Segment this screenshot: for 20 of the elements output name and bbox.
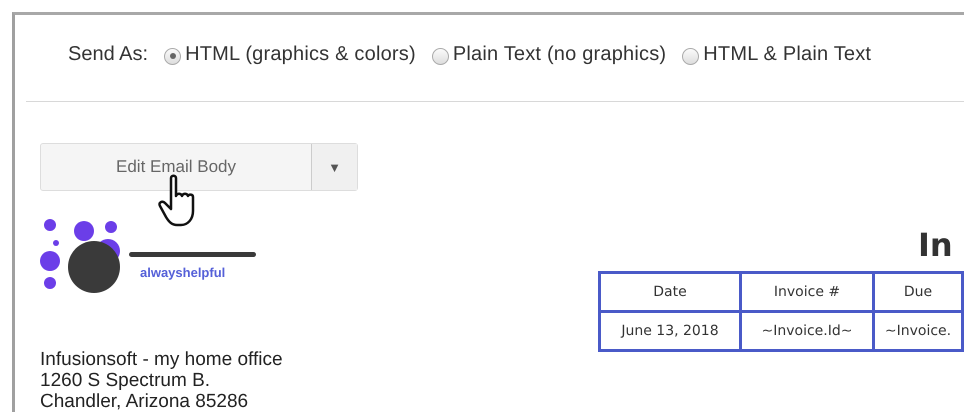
format-radio-option[interactable]: HTML & Plain Text: [682, 42, 872, 66]
column-header: Invoice #: [740, 272, 874, 312]
column-header: Due: [874, 272, 962, 312]
radio-button[interactable]: [682, 48, 700, 64]
edit-email-body-button[interactable]: Edit Email Body: [41, 144, 311, 190]
format-radio-option[interactable]: HTML (graphics & colors): [164, 42, 416, 66]
invoice-title: In: [918, 226, 954, 266]
dropdown-button[interactable]: ▼: [311, 144, 357, 190]
address-line: Chandler, Arizona 85286: [40, 391, 250, 412]
logo-tagline: alwayshelpful: [140, 265, 226, 280]
address-line: Infusionsoft - my home office: [40, 349, 284, 370]
table-cell: ~Invoice.Id~: [740, 312, 874, 350]
table-cell: June 13, 2018: [600, 312, 740, 350]
column-header: Date: [600, 272, 740, 312]
radio-button[interactable]: [164, 48, 182, 64]
format-radio-option[interactable]: Plain Text (no graphics): [432, 42, 666, 66]
radio-button[interactable]: [432, 48, 449, 64]
send-as-label: Send As:: [68, 42, 148, 66]
address-line: 1260 S Spectrum B.: [40, 370, 212, 391]
table-cell: ~Invoice.: [874, 312, 962, 350]
